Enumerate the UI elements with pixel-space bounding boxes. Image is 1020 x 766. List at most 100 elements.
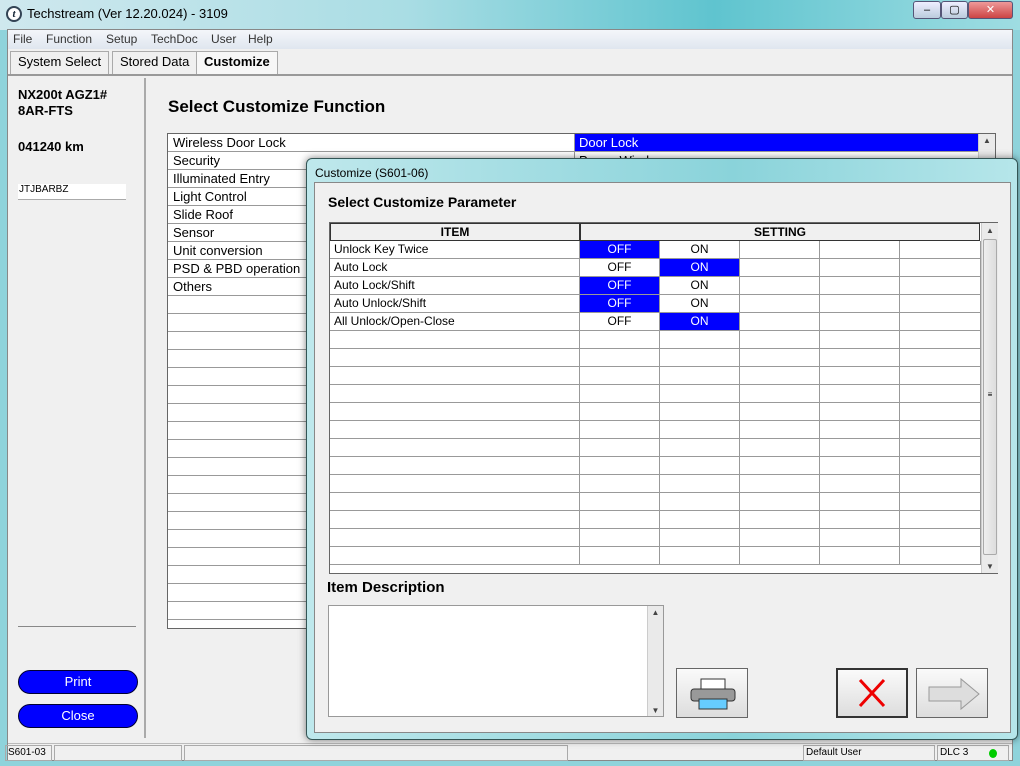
setting-on[interactable]: ON	[660, 259, 740, 276]
parameter-row: All Unlock/Open-Close OFF ON	[330, 313, 981, 331]
column-header-setting: SETTING	[580, 223, 980, 241]
printer-icon	[690, 678, 736, 710]
parameter-item	[330, 529, 580, 546]
parameter-row	[330, 349, 981, 367]
print-button[interactable]: Print	[18, 670, 138, 694]
setting-empty	[900, 457, 981, 474]
parameter-item	[330, 349, 580, 366]
setting-empty	[900, 493, 981, 510]
function-name: PSD & PBD operation	[173, 261, 301, 276]
setting-empty	[820, 547, 900, 564]
parameter-table-scrollbar[interactable]: ▲ ≡ ▼	[981, 223, 998, 573]
next-button[interactable]	[916, 668, 988, 718]
setting-on[interactable]: ON	[660, 295, 740, 312]
status-field	[184, 745, 568, 761]
close-button[interactable]: Close	[18, 704, 138, 728]
odometer: 041240 km	[18, 139, 84, 154]
setting-off	[580, 349, 660, 366]
parameter-row: Auto Lock/Shift OFF ON	[330, 277, 981, 295]
setting-off[interactable]: OFF	[580, 259, 660, 276]
minimize-button[interactable]: –	[913, 1, 941, 19]
setting-off	[580, 439, 660, 456]
parameter-item	[330, 547, 580, 564]
setting-on	[660, 529, 740, 546]
setting-empty	[740, 259, 820, 276]
setting-on	[660, 439, 740, 456]
setting-empty	[820, 529, 900, 546]
item-description-label: Item Description	[327, 579, 445, 596]
vehicle-engine: 8AR-FTS	[18, 103, 73, 118]
setting-empty	[900, 349, 981, 366]
menu-help[interactable]: Help	[248, 32, 273, 46]
parameter-row: Auto Lock OFF ON	[330, 259, 981, 277]
parameter-row	[330, 457, 981, 475]
menu-techdoc[interactable]: TechDoc	[151, 32, 198, 46]
setting-off[interactable]: OFF	[580, 277, 660, 294]
setting-empty	[820, 439, 900, 456]
setting-off[interactable]: OFF	[580, 241, 660, 258]
status-dlc: DLC 3	[937, 745, 1009, 761]
parameter-row	[330, 475, 981, 493]
dialog-title: Customize (S601-06)	[315, 166, 429, 180]
setting-empty	[740, 313, 820, 330]
setting-on	[660, 493, 740, 510]
dialog-heading: Select Customize Parameter	[328, 194, 517, 210]
setting-empty	[740, 349, 820, 366]
parameter-row	[330, 421, 981, 439]
description-scrollbar[interactable]: ▲ ▼	[647, 606, 663, 716]
setting-on[interactable]: ON	[660, 313, 740, 330]
tab-system-select[interactable]: System Select	[10, 51, 110, 74]
setting-on[interactable]: ON	[660, 241, 740, 258]
menu-user[interactable]: User	[211, 32, 236, 46]
setting-off[interactable]: OFF	[580, 295, 660, 312]
dlc-label: DLC 3	[940, 747, 969, 758]
setting-empty	[820, 511, 900, 528]
setting-off[interactable]: OFF	[580, 313, 660, 330]
connection-indicator-icon	[989, 749, 997, 758]
setting-on	[660, 475, 740, 492]
parameter-item	[330, 403, 580, 420]
status-bar: S601-03 Default User DLC 3	[5, 743, 1012, 761]
setting-on[interactable]: ON	[660, 277, 740, 294]
setting-empty	[820, 241, 900, 258]
setting-empty	[820, 493, 900, 510]
setting-off	[580, 367, 660, 384]
setting-off	[580, 331, 660, 348]
maximize-button[interactable]: ▢	[941, 1, 968, 19]
function-name: Sensor	[173, 225, 215, 240]
setting-on	[660, 349, 740, 366]
parameter-item	[330, 475, 580, 492]
menu-bar: File Function Setup TechDoc User Help	[8, 30, 1012, 49]
tab-stored-data[interactable]: Stored Data	[112, 51, 198, 74]
menu-setup[interactable]: Setup	[106, 32, 137, 46]
scrollbar-thumb[interactable]: ≡	[983, 239, 997, 555]
tab-customize[interactable]: Customize	[196, 51, 278, 74]
setting-empty	[740, 475, 820, 492]
setting-off	[580, 547, 660, 564]
subfunction-name: Door Lock	[579, 135, 639, 150]
menu-function[interactable]: Function	[46, 32, 92, 46]
dialog-body: Select Customize Parameter ITEM SETTING …	[314, 182, 1011, 733]
setting-empty	[820, 349, 900, 366]
parameter-item: Auto Lock	[330, 259, 580, 276]
parameter-item	[330, 457, 580, 474]
setting-empty	[740, 493, 820, 510]
parameter-item	[330, 421, 580, 438]
setting-off	[580, 493, 660, 510]
subfunction-cell[interactable]: Door Lock	[574, 134, 980, 151]
print-dialog-button[interactable]	[676, 668, 748, 718]
setting-empty	[900, 547, 981, 564]
menu-file[interactable]: File	[13, 32, 32, 46]
function-list-row[interactable]: Wireless Door Lock Door Lock	[168, 134, 980, 152]
item-description-box: ▲ ▼	[328, 605, 664, 717]
close-window-button[interactable]: ✕	[968, 1, 1013, 19]
window-title: Techstream (Ver 12.20.024) - 3109	[27, 6, 228, 21]
tab-divider	[8, 74, 1012, 76]
parameter-item	[330, 511, 580, 528]
setting-on	[660, 511, 740, 528]
setting-empty	[900, 439, 981, 456]
parameter-row	[330, 493, 981, 511]
setting-off	[580, 421, 660, 438]
cancel-button[interactable]	[836, 668, 908, 718]
setting-empty	[740, 421, 820, 438]
